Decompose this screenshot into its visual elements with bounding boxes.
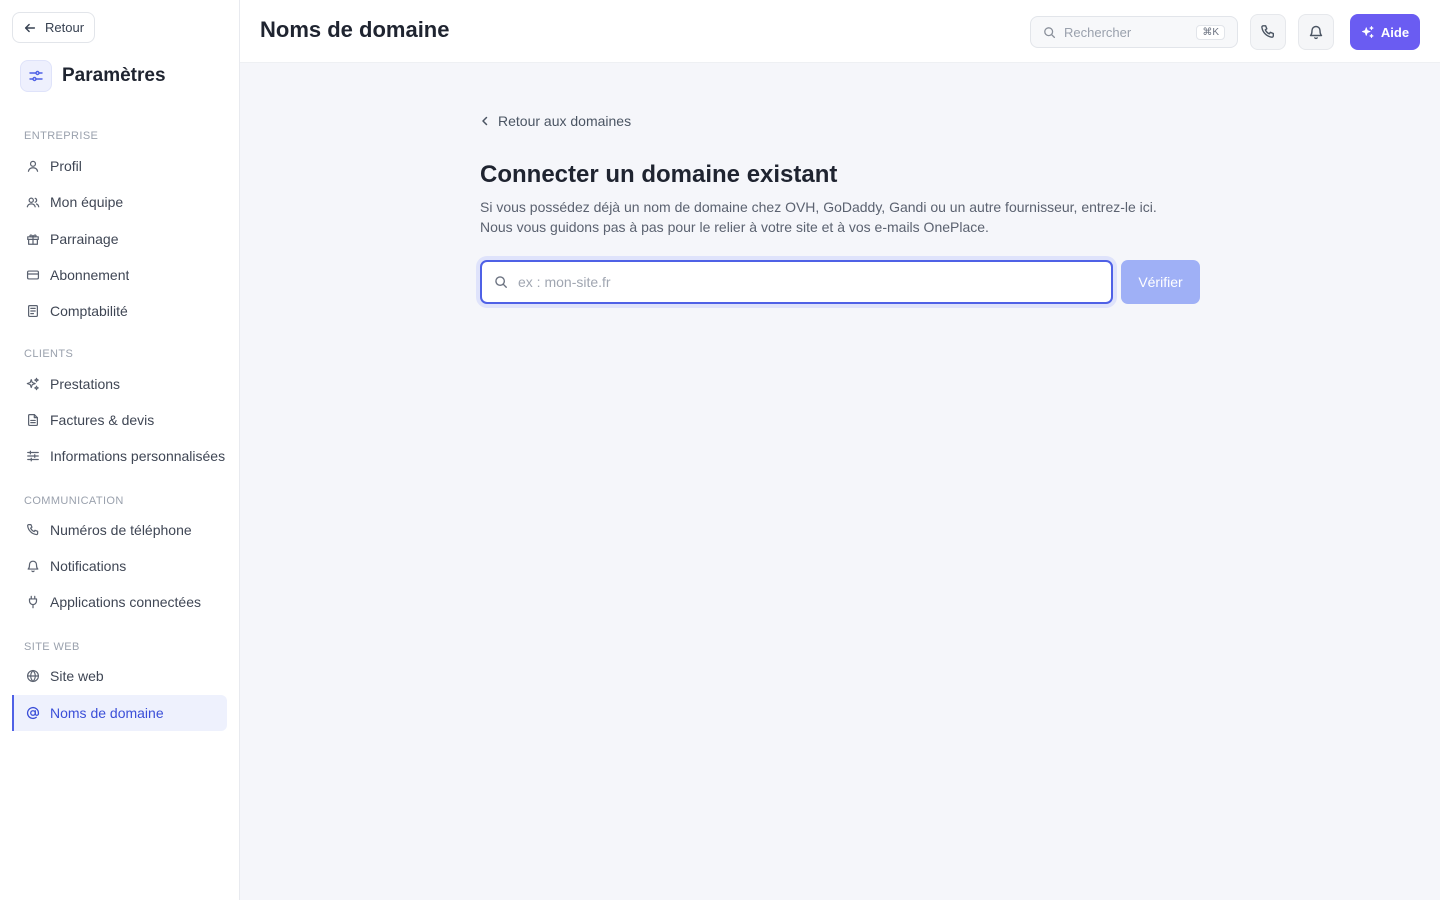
ledger-icon <box>28 304 38 318</box>
help-button[interactable]: Aide <box>1350 14 1420 50</box>
user-icon <box>27 160 39 172</box>
settings-sliders-icon <box>20 60 52 92</box>
sidebar-item-label: Mon équipe <box>50 194 124 210</box>
search-icon <box>495 276 507 288</box>
page-title: Noms de domaine <box>260 17 450 42</box>
phone-icon <box>27 523 39 536</box>
chevron-left-icon <box>482 116 488 126</box>
help-button-label: Aide <box>1380 24 1410 40</box>
sidebar-item-site-web[interactable]: Site web <box>12 658 227 694</box>
description-line-1: Si vous possédez déjà un nom de domaine … <box>480 199 1157 215</box>
notifications-button[interactable] <box>1298 14 1334 50</box>
sidebar-item-label: Comptabilité <box>50 303 128 319</box>
sparkles-icon <box>26 377 39 391</box>
sparkles-icon <box>1361 25 1374 39</box>
section-label-clients: CLIENTS <box>24 348 74 360</box>
back-to-domains-label: Retour aux domaines <box>498 113 632 129</box>
sidebar-item-label: Noms de domaine <box>50 705 164 721</box>
search-placeholder: Rechercher <box>1064 24 1132 40</box>
arrow-left-icon <box>24 23 36 32</box>
top-bar: Noms de domaine Rechercher ⌘K Aide <box>240 0 1440 63</box>
back-button-label: Retour <box>45 20 85 35</box>
sidebar-item-informations-personnalisees[interactable]: Informations personnalisées <box>12 438 227 474</box>
sidebar-item-mon-equipe[interactable]: Mon équipe <box>12 184 227 220</box>
sidebar-item-label: Applications connectées <box>50 594 201 610</box>
sidebar-item-noms-de-domaine[interactable]: Noms de domaine <box>12 695 227 731</box>
sidebar-item-label: Notifications <box>50 558 127 574</box>
bell-icon <box>1309 25 1323 40</box>
gift-icon <box>27 234 39 245</box>
plug-icon <box>28 595 38 609</box>
sliders-icon <box>27 450 39 462</box>
sidebar-item-comptabilite[interactable]: Comptabilité <box>12 293 227 329</box>
sidebar-item-label: Parrainage <box>50 231 119 247</box>
at-sign-icon <box>26 706 40 720</box>
connect-domain-heading: Connecter un domaine existant <box>480 161 838 188</box>
sidebar-item-label: Abonnement <box>50 267 130 283</box>
bell-icon <box>27 560 39 573</box>
sidebar-item-label: Factures & devis <box>50 412 155 428</box>
section-label-site-web: SITE WEB <box>24 641 80 653</box>
globe-icon <box>27 669 39 683</box>
description-line-2: Nous vous guidons pas à pas pour le reli… <box>480 219 989 235</box>
credit-card-icon <box>26 270 40 280</box>
sidebar-item-applications-connectees[interactable]: Applications connectées <box>12 584 227 620</box>
sidebar-item-parrainage[interactable]: Parrainage <box>12 221 227 257</box>
sidebar-item-notifications[interactable]: Notifications <box>12 548 227 584</box>
back-button[interactable]: Retour <box>12 12 96 43</box>
sidebar-item-abonnement[interactable]: Abonnement <box>12 257 227 293</box>
verify-button[interactable]: Vérifier <box>1121 260 1200 304</box>
sidebar-item-label: Site web <box>50 668 104 684</box>
sidebar-item-label: Informations personnalisées <box>50 448 226 464</box>
section-label-communication: COMMUNICATION <box>24 495 124 507</box>
sidebar-item-label: Prestations <box>50 376 121 392</box>
domain-input-field[interactable] <box>480 260 1113 304</box>
phone-button[interactable] <box>1250 14 1286 50</box>
sidebar-item-profil[interactable]: Profil <box>12 148 227 184</box>
sidebar-item-label: Profil <box>50 158 82 174</box>
sidebar-item-numeros-telephone[interactable]: Numéros de téléphone <box>12 512 227 548</box>
verify-button-label: Vérifier <box>1138 274 1183 290</box>
connect-domain-description: Si vous possédez déjà un nom de domaine … <box>480 197 1220 237</box>
search-input[interactable]: Rechercher ⌘K <box>1030 16 1238 48</box>
domain-input[interactable] <box>518 274 1099 290</box>
users-icon <box>26 197 40 208</box>
settings-header: Paramètres <box>20 60 166 92</box>
sidebar-item-label: Numéros de téléphone <box>50 522 192 538</box>
sidebar-item-factures-devis[interactable]: Factures & devis <box>12 402 227 438</box>
settings-title: Paramètres <box>62 65 166 86</box>
phone-icon <box>1261 25 1275 38</box>
search-shortcut-badge: ⌘K <box>1196 24 1225 40</box>
file-text-icon <box>28 413 38 427</box>
settings-sidebar: Retour Paramètres ENTREPRISE Profil Mon … <box>0 0 240 900</box>
back-to-domains-link[interactable]: Retour aux domaines <box>480 113 631 129</box>
search-icon <box>1044 26 1056 38</box>
sidebar-item-prestations[interactable]: Prestations <box>12 366 227 402</box>
section-label-entreprise: ENTREPRISE <box>24 130 99 142</box>
